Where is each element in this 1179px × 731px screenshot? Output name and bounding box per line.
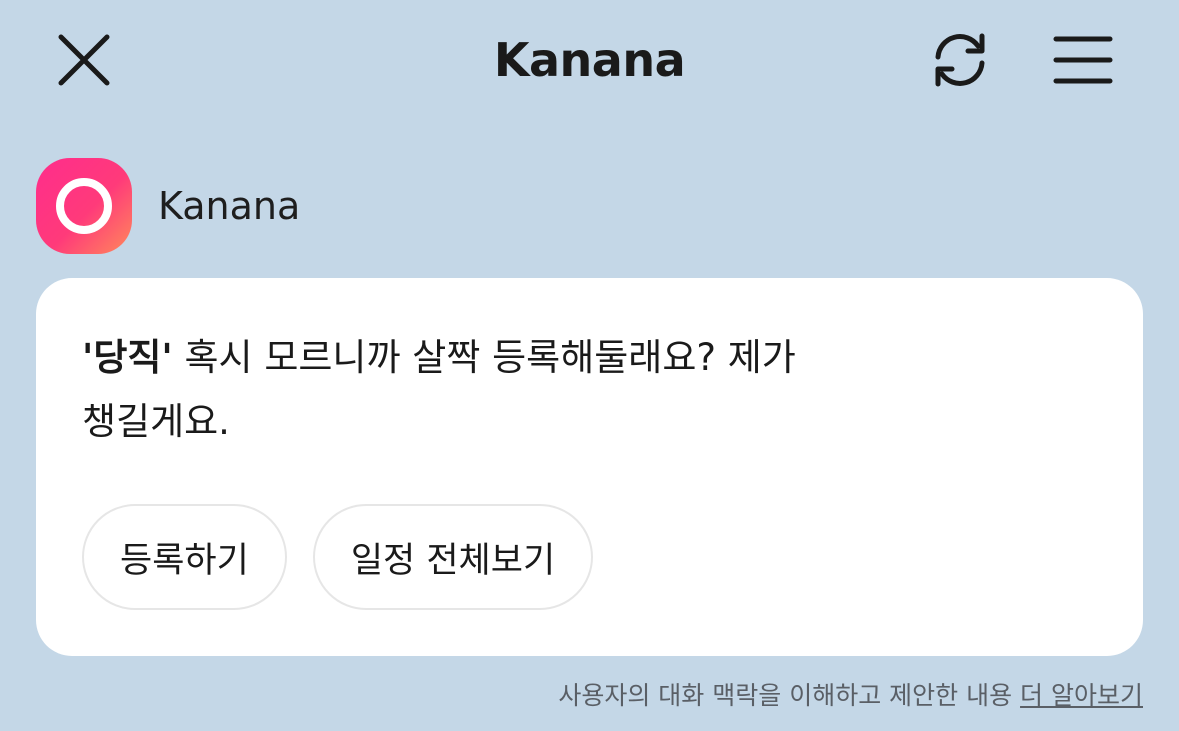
kanana-logo-icon	[56, 178, 112, 234]
bot-name: Kanana	[158, 184, 301, 228]
page-title: Kanana	[493, 33, 686, 87]
menu-icon	[1053, 36, 1113, 84]
chat-screen: Kanana Kanana '당직' 혹시 모르니까 살짝 등록해둘래요? 제가…	[0, 0, 1179, 731]
menu-button[interactable]	[1046, 26, 1120, 94]
context-footnote: 사용자의 대화 맥락을 이해하고 제안한 내용 더 알아보기	[558, 678, 1143, 714]
bot-avatar	[36, 158, 132, 254]
message-line2: 챙길게요.	[82, 400, 230, 443]
refresh-icon	[935, 33, 985, 87]
footnote-text: 사용자의 대화 맥락을 이해하고 제안한 내용	[558, 681, 1021, 710]
action-chips: 등록하기 일정 전체보기	[82, 504, 594, 610]
bot-identity: Kanana	[36, 158, 300, 254]
header-bar: Kanana	[0, 0, 1179, 124]
message-line1: 혹시 모르니까 살짝 등록해둘래요? 제가	[172, 336, 796, 379]
learn-more-link[interactable]: 더 알아보기	[1020, 681, 1143, 710]
message-text: '당직' 혹시 모르니까 살짝 등록해둘래요? 제가 챙길게요.	[82, 326, 982, 454]
view-all-schedule-button[interactable]: 일정 전체보기	[312, 504, 594, 610]
register-button[interactable]: 등록하기	[82, 504, 287, 610]
refresh-button[interactable]	[920, 24, 1000, 96]
message-highlight: '당직'	[82, 336, 173, 379]
message-card: '당직' 혹시 모르니까 살짝 등록해둘래요? 제가 챙길게요. 등록하기 일정…	[36, 278, 1143, 656]
